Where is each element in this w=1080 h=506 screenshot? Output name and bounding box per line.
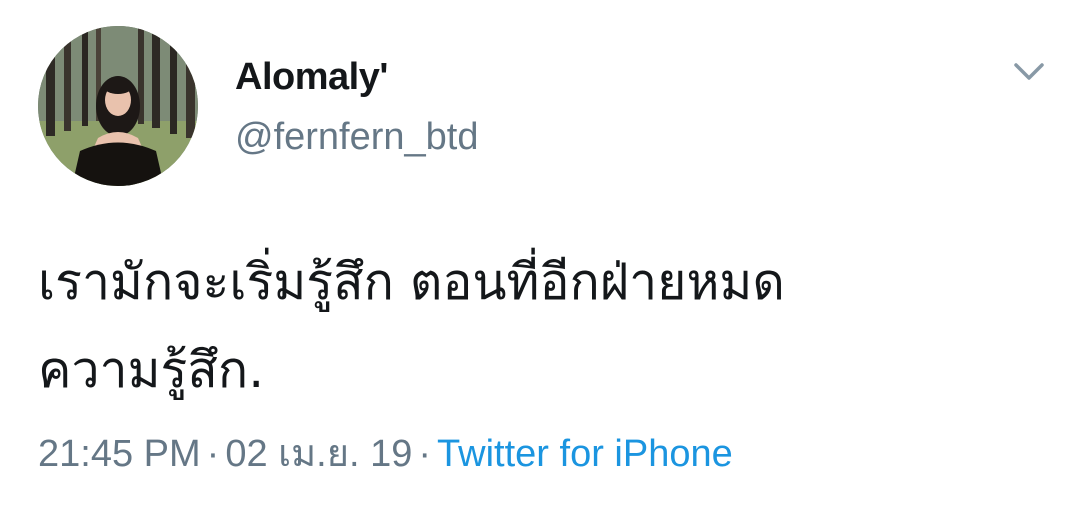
tweet-text: เรามักจะเริ่มรู้สึก ตอนที่อีกฝ่ายหมด ควา… [38,238,1048,414]
tweet-meta: 21:45 PM · 02 เม.ย. 19 · Twitter for iPhone [38,422,733,483]
tweet-card: Alomaly' @fernfern_btd เรามักจะเริ่มรู้ส… [0,0,1080,506]
tweet-time[interactable]: 21:45 PM [38,433,201,475]
tweet-text-line-2: ความรู้สึก. [38,341,265,399]
tweet-date[interactable]: 02 เม.ย. 19 [225,433,412,475]
user-handle[interactable]: @fernfern_btd [235,116,479,159]
meta-separator: · [206,433,220,475]
avatar[interactable] [38,26,198,186]
chevron-down-icon[interactable] [1008,56,1050,86]
tweet-source-link[interactable]: Twitter for iPhone [437,433,733,475]
meta-separator: · [418,433,432,475]
tweet-text-line-1: เรามักจะเริ่มรู้สึก ตอนที่อีกฝ่ายหมด [38,253,785,311]
display-name[interactable]: Alomaly' [235,56,388,99]
